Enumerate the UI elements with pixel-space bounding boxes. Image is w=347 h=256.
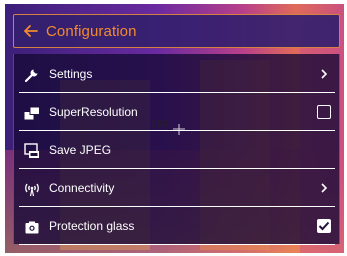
menu-item-save-jpeg[interactable]: Save JPEG xyxy=(14,132,341,169)
divider xyxy=(19,168,335,169)
divider xyxy=(19,92,335,93)
wrench-icon xyxy=(23,66,41,84)
checkbox-unchecked xyxy=(317,105,331,119)
back-button[interactable] xyxy=(14,15,38,47)
menu-item-label: Protection glass xyxy=(49,219,135,233)
page-title: Configuration xyxy=(46,22,137,40)
menu-item-label: Settings xyxy=(49,67,93,81)
menu-item-settings[interactable]: Settings xyxy=(14,56,341,93)
checkbox-checked xyxy=(317,219,331,233)
menu-item-protection-glass[interactable]: Protection glass xyxy=(14,208,341,245)
arrow-left-icon xyxy=(24,25,38,37)
chevron-right-icon xyxy=(315,65,333,83)
menu-item-label: SuperResolution xyxy=(49,105,138,119)
super-resolution-icon xyxy=(23,104,41,122)
divider xyxy=(19,206,335,207)
protection-glass-checkbox[interactable] xyxy=(315,217,333,235)
divider xyxy=(19,130,335,131)
header-bar: Configuration xyxy=(13,14,340,48)
wireless-signal-icon xyxy=(23,180,41,198)
config-menu: Settings SuperResolution Save JPEG Conne… xyxy=(13,54,341,245)
menu-item-connectivity[interactable]: Connectivity xyxy=(14,170,341,207)
menu-item-superresolution[interactable]: SuperResolution xyxy=(14,94,341,131)
camera-icon xyxy=(23,218,41,236)
screen: Configuration Settings SuperResolution S… xyxy=(0,0,347,256)
superresolution-checkbox[interactable] xyxy=(315,103,333,121)
divider xyxy=(19,244,335,245)
menu-item-label: Save JPEG xyxy=(49,143,112,157)
menu-item-label: Connectivity xyxy=(49,181,115,195)
checkmark-icon xyxy=(318,221,330,231)
chevron-right-icon xyxy=(315,179,333,197)
jpeg-file-icon xyxy=(23,142,41,160)
